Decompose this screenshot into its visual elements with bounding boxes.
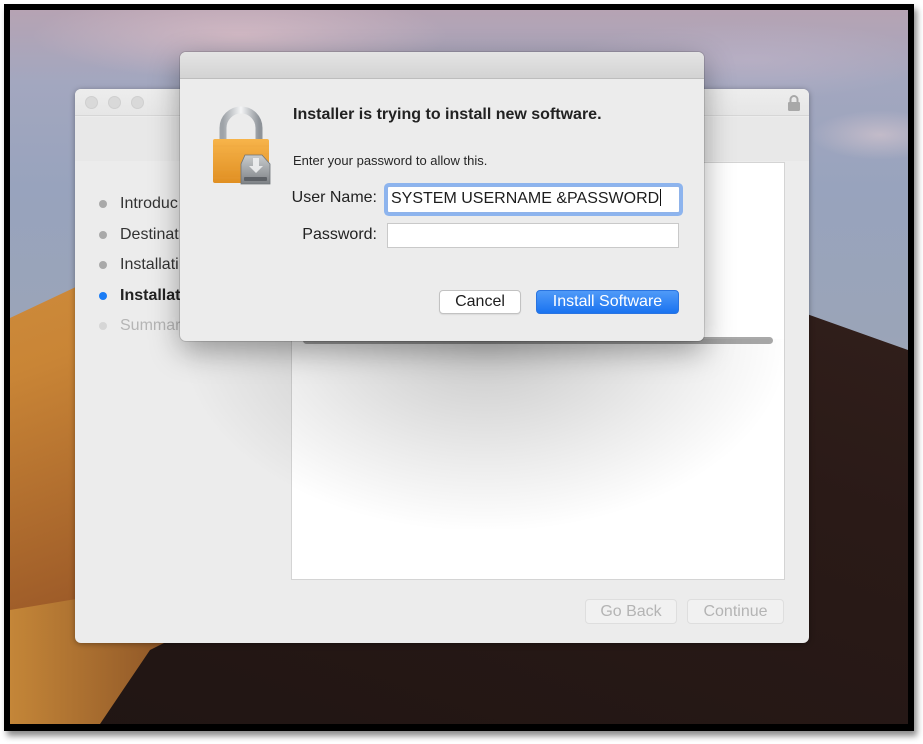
dialog-shadow <box>185 339 785 529</box>
go-back-button[interactable]: Go Back <box>585 599 677 624</box>
cancel-button[interactable]: Cancel <box>439 290 521 314</box>
auth-dialog: Installer is trying to install new softw… <box>180 52 704 341</box>
auth-dialog-title: Installer is trying to install new softw… <box>293 106 602 123</box>
padlock-installer-icon <box>213 106 271 185</box>
step-destination: Destinat <box>95 220 180 251</box>
install-software-button[interactable]: Install Software <box>536 290 679 314</box>
minimize-window-button[interactable] <box>108 96 121 109</box>
close-window-button[interactable] <box>85 96 98 109</box>
step-installation: Installat <box>95 281 180 312</box>
password-label: Password: <box>302 226 377 243</box>
step-label: Installat <box>120 286 181 304</box>
username-field[interactable] <box>387 186 680 213</box>
username-label: User Name: <box>291 189 377 206</box>
step-status-dot <box>99 200 107 209</box>
step-label: Introduc <box>120 195 178 213</box>
step-status-dot <box>99 261 107 270</box>
step-status-dot <box>99 322 107 331</box>
auth-dialog-message: Enter your password to allow this. <box>293 153 488 168</box>
step-label: Summar <box>120 317 181 335</box>
password-field[interactable] <box>387 223 679 248</box>
step-label: Destinat <box>120 225 179 243</box>
step-installation-type: Installati <box>95 250 180 281</box>
step-label: Installati <box>120 256 179 274</box>
lock-icon <box>788 95 800 111</box>
step-introduction: Introduc <box>95 189 180 220</box>
zoom-window-button[interactable] <box>131 96 144 109</box>
auth-dialog-titlebar[interactable] <box>180 52 704 79</box>
continue-button[interactable]: Continue <box>687 599 784 624</box>
installer-steps-list: Introduc Destinat Installati Installat S… <box>95 189 180 342</box>
step-status-dot-active <box>99 291 107 300</box>
step-summary: Summar <box>95 311 180 342</box>
step-status-dot <box>99 230 107 239</box>
wallpaper-cloud <box>810 110 908 160</box>
